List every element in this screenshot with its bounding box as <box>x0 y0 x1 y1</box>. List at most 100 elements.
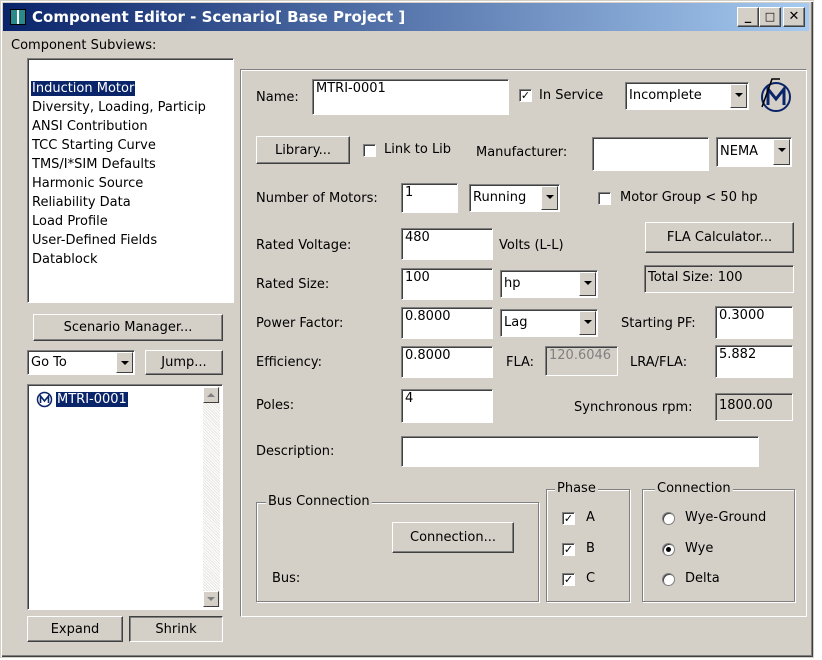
phase-a-label: A <box>586 510 595 525</box>
poles-label: Poles: <box>256 398 295 413</box>
phase-c-checkbox[interactable]: ✓ <box>562 573 575 586</box>
maximize-button[interactable]: □ <box>759 7 781 27</box>
connection-button[interactable]: Connection... <box>392 522 514 553</box>
subviews-label: Component Subviews: <box>11 38 157 53</box>
components-list[interactable]: MTRI-0001 <box>27 384 223 610</box>
pf-type-value: Lag <box>504 315 528 330</box>
subview-item[interactable]: ANSI Contribution <box>31 119 149 134</box>
power-factor-input[interactable]: 0.8000 <box>401 307 493 339</box>
subview-item[interactable]: Reliability Data <box>31 195 132 210</box>
subview-item[interactable]: User-Defined Fields <box>31 233 158 248</box>
wye-label: Wye <box>685 541 714 556</box>
rated-voltage-input[interactable]: 480 <box>401 228 493 260</box>
description-label: Description: <box>256 444 335 459</box>
phase-title: Phase <box>555 481 598 496</box>
chevron-down-icon[interactable] <box>541 186 558 210</box>
manufacturer-input[interactable] <box>592 137 709 171</box>
num-motors-label: Number of Motors: <box>256 191 378 206</box>
jump-button[interactable]: Jump... <box>145 350 223 375</box>
standard-value: NEMA <box>720 144 759 159</box>
bus-connection-title: Bus Connection <box>266 494 372 509</box>
scroll-down-button[interactable] <box>203 591 219 607</box>
in-service-label: In Service <box>539 88 604 103</box>
rated-voltage-label: Rated Voltage: <box>256 238 352 253</box>
wye-ground-radio[interactable] <box>662 512 675 525</box>
num-motors-input[interactable]: 1 <box>401 183 458 213</box>
rated-size-input[interactable]: 100 <box>401 268 493 300</box>
phase-c-label: C <box>586 571 596 586</box>
subview-item[interactable]: Harmonic Source <box>31 176 144 191</box>
lra-fla-label: LRA/FLA: <box>630 355 688 370</box>
wye-ground-label: Wye-Ground <box>685 510 767 525</box>
in-service-checkbox[interactable]: ✓ <box>519 89 532 102</box>
running-value: Running <box>473 190 527 205</box>
maximize-icon: □ <box>764 10 776 23</box>
phase-b-checkbox[interactable]: ✓ <box>562 543 575 556</box>
subview-item[interactable]: Induction Motor <box>31 81 136 96</box>
power-factor-label: Power Factor: <box>256 316 344 331</box>
shrink-button[interactable]: Shrink <box>129 616 223 642</box>
expand-button[interactable]: Expand <box>27 616 123 642</box>
total-size-display: Total Size: 100 <box>644 265 794 293</box>
standard-select[interactable]: NEMA <box>716 137 792 167</box>
motor-group-checkbox[interactable] <box>598 192 611 205</box>
delta-radio[interactable] <box>662 573 675 586</box>
subview-item[interactable]: Diversity, Loading, Particip <box>31 100 207 115</box>
starting-pf-label: Starting PF: <box>621 316 696 331</box>
lra-fla-input[interactable]: 5.882 <box>715 345 793 378</box>
sync-rpm-label: Synchronous rpm: <box>574 400 693 415</box>
close-icon: ✕ <box>788 9 800 24</box>
subview-item[interactable]: TCC Starting Curve <box>31 138 157 153</box>
chevron-down-icon[interactable] <box>579 311 596 335</box>
chevron-down-icon[interactable] <box>730 84 747 108</box>
subview-item[interactable]: Load Profile <box>31 214 109 229</box>
title-bar[interactable]: Component Editor - Scenario[ Base Projec… <box>3 3 809 31</box>
subview-item[interactable]: TMS/I*SIM Defaults <box>31 157 157 172</box>
goto-select[interactable]: Go To <box>27 350 135 375</box>
fla-calculator-button[interactable]: FLA Calculator... <box>645 222 794 253</box>
poles-input[interactable]: 4 <box>401 389 493 423</box>
pf-type-select[interactable]: Lag <box>500 309 598 337</box>
chevron-down-icon[interactable] <box>116 352 133 373</box>
wye-radio[interactable] <box>662 543 675 556</box>
fla-label: FLA: <box>506 355 535 370</box>
phase-a-checkbox[interactable]: ✓ <box>562 512 575 525</box>
subview-item[interactable]: Datablock <box>31 252 99 267</box>
starting-pf-input[interactable]: 0.3000 <box>715 306 793 339</box>
minimize-icon: _ <box>744 9 752 24</box>
phase-b-label: B <box>586 541 595 556</box>
size-unit-value: hp <box>504 276 521 291</box>
connection-title: Connection <box>655 481 733 496</box>
minimize-button[interactable]: _ <box>737 7 759 27</box>
motor-symbol-icon <box>761 78 791 112</box>
sync-rpm-display: 1800.00 <box>715 393 793 421</box>
size-unit-select[interactable]: hp <box>500 270 598 298</box>
fla-display: 120.6046 <box>545 346 618 376</box>
status-value: Incomplete <box>629 88 702 103</box>
bus-label: Bus: <box>272 571 301 586</box>
subviews-list[interactable]: Induction Motor Diversity, Loading, Part… <box>27 58 234 303</box>
link-to-lib-label: Link to Lib <box>384 142 452 157</box>
rated-size-label: Rated Size: <box>256 277 330 292</box>
status-select[interactable]: Incomplete <box>625 82 749 110</box>
manufacturer-label: Manufacturer: <box>476 145 568 160</box>
chevron-down-icon[interactable] <box>773 139 790 165</box>
component-item[interactable]: MTRI-0001 <box>56 392 128 407</box>
chevron-down-icon[interactable] <box>579 272 596 296</box>
description-input[interactable] <box>401 436 759 467</box>
library-button[interactable]: Library... <box>256 136 350 164</box>
efficiency-input[interactable]: 0.8000 <box>401 346 493 378</box>
delta-label: Delta <box>685 571 720 586</box>
close-button[interactable]: ✕ <box>783 7 805 27</box>
scroll-up-button[interactable] <box>203 387 219 403</box>
name-label: Name: <box>256 90 299 105</box>
link-to-lib-checkbox[interactable] <box>363 144 376 157</box>
motor-group-label: Motor Group < 50 hp <box>620 190 758 205</box>
motor-icon <box>36 391 53 408</box>
scenario-manager-button[interactable]: Scenario Manager... <box>33 314 223 341</box>
app-icon <box>10 9 26 25</box>
running-select[interactable]: Running <box>469 184 560 212</box>
efficiency-label: Efficiency: <box>256 355 323 370</box>
name-input[interactable]: MTRI-0001 <box>312 79 509 115</box>
scrollbar-track[interactable] <box>203 387 220 607</box>
